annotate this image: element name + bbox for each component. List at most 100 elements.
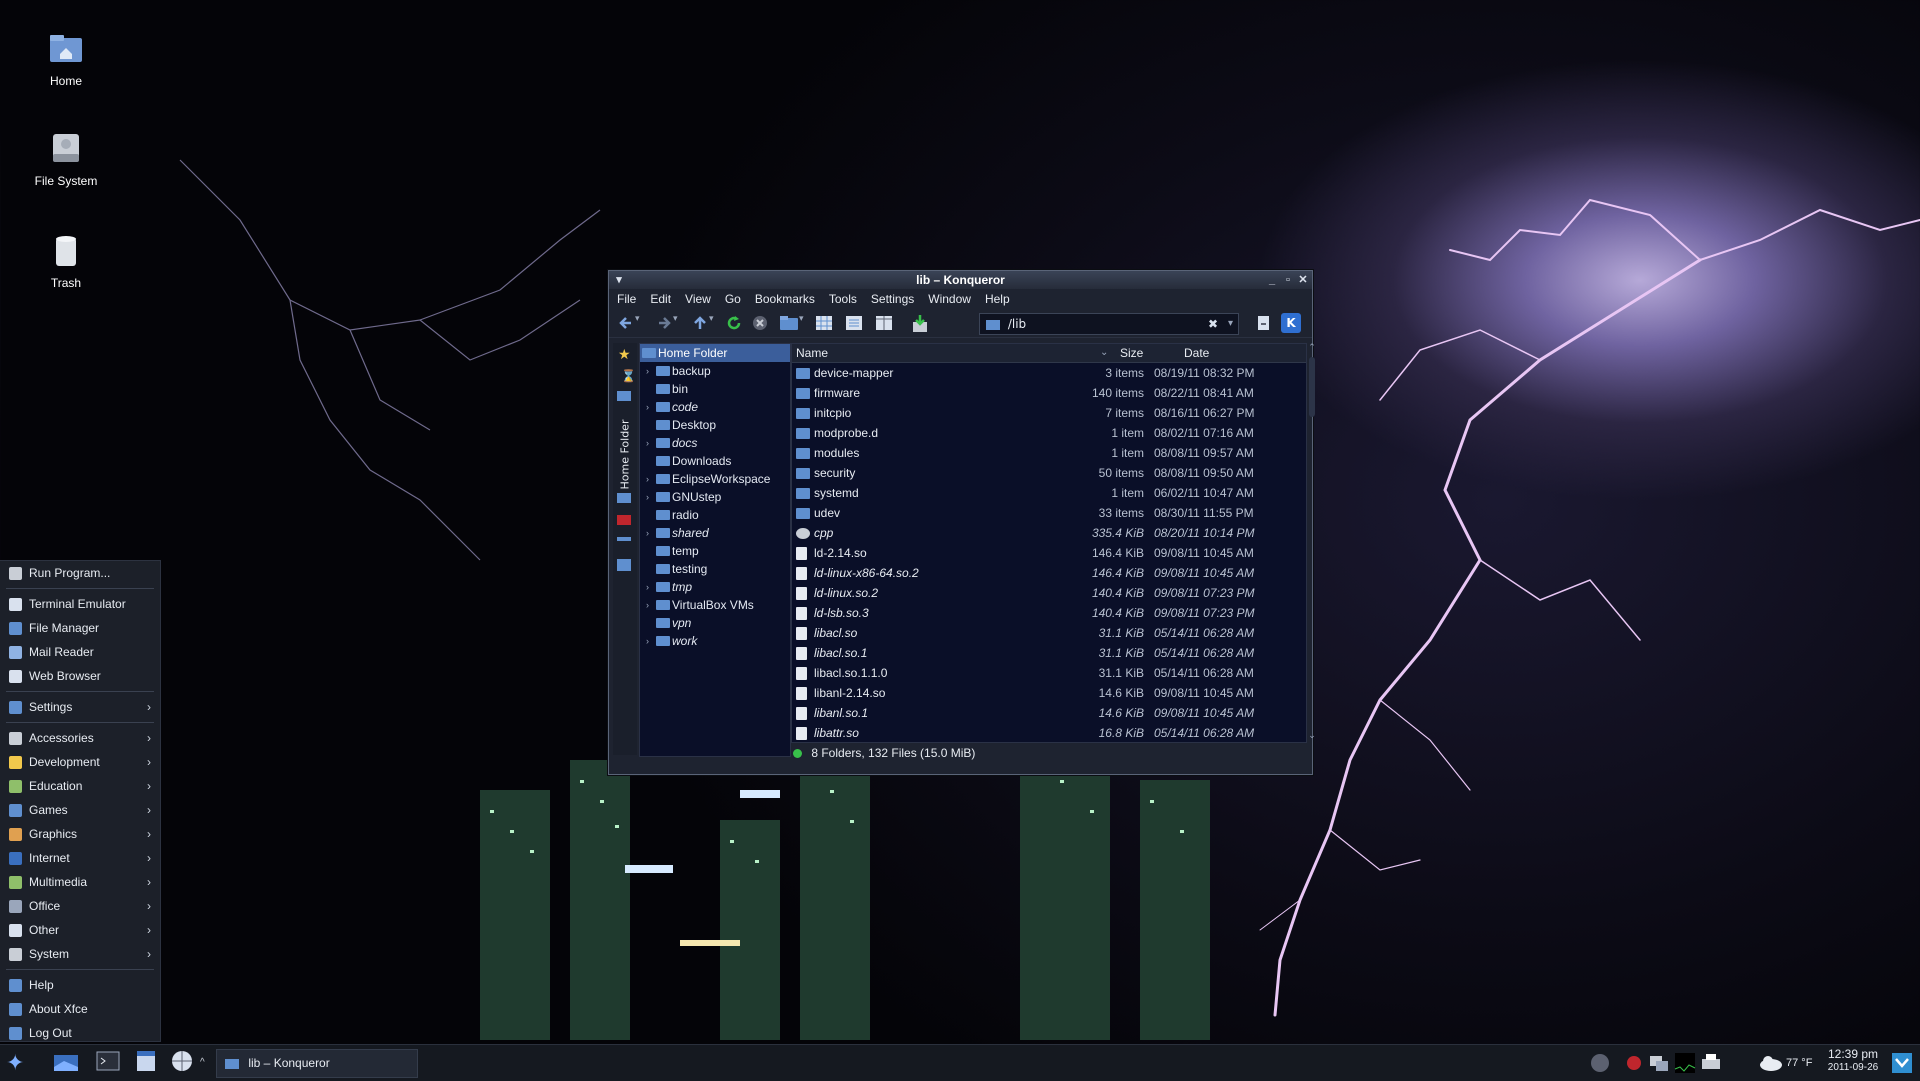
menu-item-mail-reader[interactable]: Mail Reader [0,640,160,664]
tree-item[interactable]: bin [640,380,790,398]
back-button[interactable] [617,314,635,332]
column-header-date[interactable]: Date [1184,344,1209,362]
menu-edit[interactable]: Edit [650,292,671,306]
table-row[interactable]: libanl.so.1 14.6 KiB 09/08/11 10:45 AM [792,703,1306,723]
menu-window[interactable]: Window [928,292,971,306]
table-row[interactable]: ld-2.14.so 146.4 KiB 09/08/11 10:45 AM [792,543,1306,563]
table-row[interactable]: ld-lsb.so.3 140.4 KiB 09/08/11 07:23 PM [792,603,1306,623]
home-folder-tab[interactable]: Home Folder [619,410,632,490]
menu-item-games[interactable]: Games › [0,798,160,822]
scroll-thumb[interactable] [1309,357,1315,417]
taskbar-task-konqueror[interactable]: lib – Konqueror [216,1049,418,1078]
menu-item-terminal-emulator[interactable]: Terminal Emulator [0,592,160,616]
tree-item[interactable]: › backup [640,362,790,380]
menu-item-development[interactable]: Development › [0,750,160,774]
menu-item-accessories[interactable]: Accessories › [0,726,160,750]
tree-item[interactable]: testing [640,560,790,578]
tree-item[interactable]: › shared [640,524,790,542]
column-header-name[interactable]: Name [796,344,828,362]
expand-icon[interactable]: › [646,398,649,416]
desktop-icon-filesystem[interactable]: File System [20,128,112,188]
back-history-dropdown[interactable]: ▾ [635,314,645,332]
services-tab-icon[interactable] [617,391,631,401]
tree-item-home-folder[interactable]: Home Folder [640,344,790,362]
maximize-button[interactable]: ▫ [1282,274,1294,286]
root-folder-tab-icon[interactable] [617,537,631,541]
tree-item[interactable]: Desktop [640,416,790,434]
stop-button[interactable] [751,314,769,332]
menu-item-settings[interactable]: Settings › [0,695,160,719]
desktop-icon-trash[interactable]: Trash [20,230,112,290]
tree-item[interactable]: › tmp [640,578,790,596]
menu-file[interactable]: File [617,292,636,306]
scroll-down-icon[interactable]: ⌄ [1307,731,1317,741]
up-button[interactable] [691,314,709,332]
download-icon[interactable] [911,314,929,332]
menu-item-help[interactable]: Help [0,973,160,997]
table-row[interactable]: udev 33 items 08/30/11 11:55 PM [792,503,1306,523]
expand-icon[interactable]: › [646,488,649,506]
menu-settings[interactable]: Settings [871,292,914,306]
up-dropdown[interactable]: ▾ [709,314,719,332]
menu-item-other[interactable]: Other › [0,918,160,942]
terminal-launcher-icon[interactable] [96,1049,120,1077]
location-input[interactable]: /lib [1008,317,1026,331]
expand-icon[interactable]: › [646,524,649,542]
menu-item-multimedia[interactable]: Multimedia › [0,870,160,894]
file-manager-launcher-icon[interactable] [134,1049,158,1077]
table-row[interactable]: systemd 1 item 06/02/11 10:47 AM [792,483,1306,503]
table-row[interactable]: libacl.so.1.1.0 31.1 KiB 05/14/11 06:28 AM [792,663,1306,683]
expand-icon[interactable]: › [646,470,649,488]
menu-tools[interactable]: Tools [829,292,857,306]
tree-item[interactable]: › work [640,632,790,650]
clear-location-icon[interactable]: ✖ [1208,314,1218,334]
desktop-icon-home[interactable]: Home [20,28,112,88]
scroll-up-icon[interactable]: ⌃ [1307,343,1317,353]
reload-button[interactable] [725,314,743,332]
table-row[interactable]: modprobe.d 1 item 08/02/11 07:16 AM [792,423,1306,443]
menu-item-file-manager[interactable]: File Manager [0,616,160,640]
forward-button[interactable] [655,314,673,332]
power-icon[interactable] [1624,1049,1644,1077]
table-row[interactable]: ld-linux-x86-64.so.2 146.4 KiB 09/08/11 10… [792,563,1306,583]
tree-item[interactable]: › docs [640,434,790,452]
tree-item[interactable]: Downloads [640,452,790,470]
table-row[interactable]: cpp 335.4 KiB 08/20/11 10:14 PM [792,523,1306,543]
window-titlebar[interactable]: ▾ lib – Konqueror _ ▫ ✕ [609,271,1312,289]
web-browser-launcher-icon[interactable] [170,1049,194,1077]
tree-item[interactable]: temp [640,542,790,560]
column-header-size[interactable]: Size [1120,344,1143,362]
network-icon[interactable] [1648,1049,1670,1077]
minimize-button[interactable]: _ [1266,274,1278,286]
expand-icon[interactable]: › [646,632,649,650]
close-button[interactable]: ✕ [1297,274,1309,286]
launcher-arrow-icon[interactable]: ^ [200,1049,210,1077]
go-button[interactable] [1255,314,1273,332]
list-scrollbar[interactable]: ⌃ ⌄ [1307,343,1317,741]
updates-icon[interactable] [1890,1049,1914,1077]
media-tab-icon[interactable] [617,515,631,525]
table-row[interactable]: device-mapper 3 items 08/19/11 08:32 PM [792,363,1306,383]
tree-item[interactable]: › VirtualBox VMs [640,596,790,614]
tree-item[interactable]: › GNUstep [640,488,790,506]
tree-item[interactable]: › code [640,398,790,416]
menu-item-system[interactable]: System › [0,942,160,966]
menu-go[interactable]: Go [725,292,741,306]
menu-item-run-program[interactable]: Run Program... [0,561,160,585]
table-row[interactable]: libanl-2.14.so 14.6 KiB 09/08/11 10:45 AM [792,683,1306,703]
history-tab-icon[interactable]: ⌛ [621,369,636,383]
clock[interactable]: 12:39 pm 2011-09-26 [1822,1048,1884,1076]
location-bar[interactable]: /lib ✖ ▾ [979,313,1239,335]
show-desktop-icon[interactable] [52,1049,80,1077]
bookmarks-tab-icon[interactable]: ★ [618,347,631,363]
mixer-icon[interactable] [1588,1049,1612,1077]
expand-icon[interactable]: › [646,362,649,380]
view-mode-dropdown[interactable]: ▾ [799,314,809,332]
table-row[interactable]: libacl.so.1 31.1 KiB 05/14/11 06:28 AM [792,643,1306,663]
tree-item[interactable]: vpn [640,614,790,632]
detail-view-icon[interactable] [845,314,863,332]
network-tab-icon[interactable] [617,493,631,503]
window-menu-icon[interactable]: ▾ [613,274,625,286]
menu-item-web-browser[interactable]: Web Browser [0,664,160,688]
menu-help[interactable]: Help [985,292,1010,306]
